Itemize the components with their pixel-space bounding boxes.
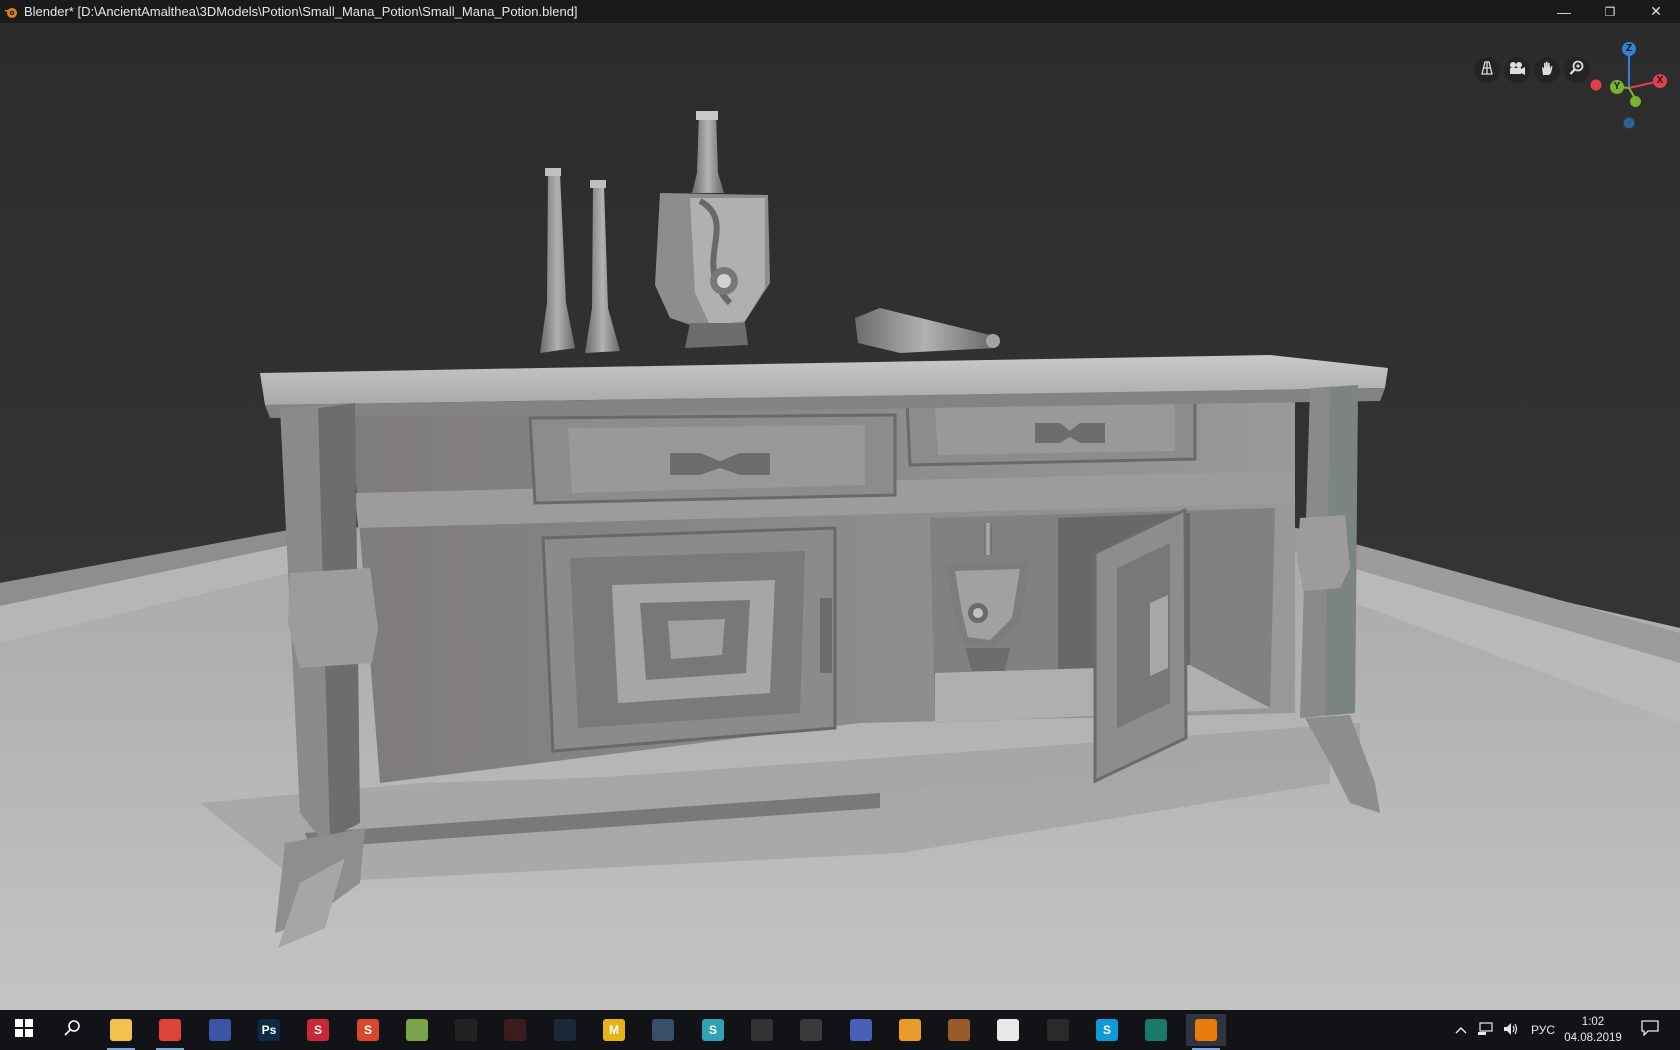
close-button[interactable]: ✕ — [1633, 0, 1679, 23]
taskbar-app-button[interactable] — [1186, 1014, 1226, 1050]
app-icon-15 — [800, 1019, 822, 1041]
pan-view-button[interactable] — [1534, 57, 1560, 83]
chevron-up-icon[interactable] — [1455, 1023, 1467, 1037]
notification-icon — [1641, 1019, 1659, 1041]
photoshop-icon: Ps — [258, 1019, 280, 1041]
chrome-icon — [159, 1019, 181, 1041]
taskbar-app-button[interactable] — [643, 1014, 683, 1046]
taskbar-app-button[interactable]: Ps — [249, 1014, 289, 1046]
start-button[interactable] — [4, 1014, 44, 1046]
perspective-toggle-button[interactable] — [1474, 57, 1500, 83]
scene-render — [0, 23, 1680, 1010]
clock-date: 04.08.2019 — [1564, 1032, 1622, 1044]
taskbar-app-button[interactable]: S — [1087, 1014, 1127, 1046]
windows-logo-icon — [15, 1018, 33, 1042]
minimize-button[interactable]: — — [1541, 0, 1587, 23]
window-title: Blender* [D:\AncientAmalthea\3DModels\Po… — [24, 4, 578, 19]
gizmo-y-negative[interactable] — [1630, 96, 1641, 107]
app-icon-19 — [997, 1019, 1019, 1041]
3d-viewport[interactable]: Z X Y — [0, 23, 1680, 1010]
marvelous-icon: M — [603, 1019, 625, 1041]
taskbar-app-button[interactable]: S — [693, 1014, 733, 1046]
perspective-grid-icon — [1479, 60, 1495, 81]
unity-icon — [455, 1019, 477, 1041]
taskbar-app-button[interactable]: S — [298, 1014, 338, 1046]
zoom-magnifier-icon — [1569, 60, 1585, 81]
hand-pan-icon — [1539, 60, 1555, 81]
app-icon-14 — [751, 1019, 773, 1041]
taskbar-app-button[interactable] — [939, 1014, 979, 1046]
window-title-bar: Blender* [D:\AncientAmalthea\3DModels\Po… — [0, 0, 1680, 23]
app-icon-3 — [209, 1019, 231, 1041]
taskbar-app-button[interactable] — [1038, 1014, 1078, 1046]
app-icon-18 — [948, 1019, 970, 1041]
taskbar-app-button[interactable] — [742, 1014, 782, 1046]
file-explorer-icon — [110, 1019, 132, 1041]
app-icon-16 — [850, 1019, 872, 1041]
notepad-icon — [406, 1019, 428, 1041]
gizmo-x-axis[interactable]: X — [1653, 74, 1667, 88]
taskbar-app-button[interactable] — [495, 1014, 535, 1046]
volume-icon[interactable] — [1503, 1022, 1519, 1039]
taskbar-app-button[interactable] — [890, 1014, 930, 1046]
clock-time: 1:02 — [1581, 1016, 1605, 1028]
substance-designer-icon: S — [357, 1019, 379, 1041]
marmoset-icon — [504, 1019, 526, 1041]
search-button[interactable] — [52, 1014, 92, 1046]
system-clock[interactable]: 1:02 04.08.2019 — [1548, 1014, 1638, 1046]
substance-source-icon: S — [702, 1019, 724, 1041]
camera-icon — [1508, 60, 1526, 81]
substance-painter-icon: S — [307, 1019, 329, 1041]
restore-button[interactable]: ❐ — [1587, 0, 1633, 23]
blender-icon — [1195, 1019, 1217, 1041]
app-icon-17 — [899, 1019, 921, 1041]
taskbar-app-button[interactable] — [841, 1014, 881, 1046]
obs-icon — [1047, 1019, 1069, 1041]
taskbar-app-button[interactable] — [1136, 1014, 1176, 1046]
taskbar-app-button[interactable] — [101, 1014, 141, 1050]
taskbar-app-button[interactable] — [397, 1014, 437, 1046]
camera-view-button[interactable] — [1504, 57, 1530, 83]
taskbar: Ps S S M S S РУС 1:02 04.08.2019 — [0, 1010, 1680, 1050]
app-icon-12 — [652, 1019, 674, 1041]
taskbar-app-button[interactable] — [545, 1014, 585, 1046]
taskbar-app-button[interactable] — [200, 1014, 240, 1046]
search-icon — [63, 1019, 81, 1042]
taskbar-app-button[interactable] — [150, 1014, 190, 1050]
taskbar-app-button[interactable] — [446, 1014, 486, 1046]
app-icon-22 — [1145, 1019, 1167, 1041]
system-tray: РУС — [1455, 1010, 1555, 1050]
steam-icon — [554, 1019, 576, 1041]
gizmo-z-axis[interactable]: Z — [1622, 42, 1636, 56]
network-icon[interactable] — [1477, 1021, 1493, 1039]
skype-icon: S — [1096, 1019, 1118, 1041]
action-center-button[interactable] — [1630, 1014, 1670, 1046]
gizmo-y-axis[interactable]: Y — [1610, 80, 1624, 94]
taskbar-app-button[interactable]: S — [348, 1014, 388, 1046]
taskbar-app-button[interactable] — [988, 1014, 1028, 1046]
taskbar-app-button[interactable]: M — [594, 1014, 634, 1046]
blender-logo-icon — [4, 5, 18, 19]
taskbar-app-button[interactable] — [791, 1014, 831, 1046]
navigation-gizmo[interactable]: Z X Y — [1586, 33, 1676, 133]
